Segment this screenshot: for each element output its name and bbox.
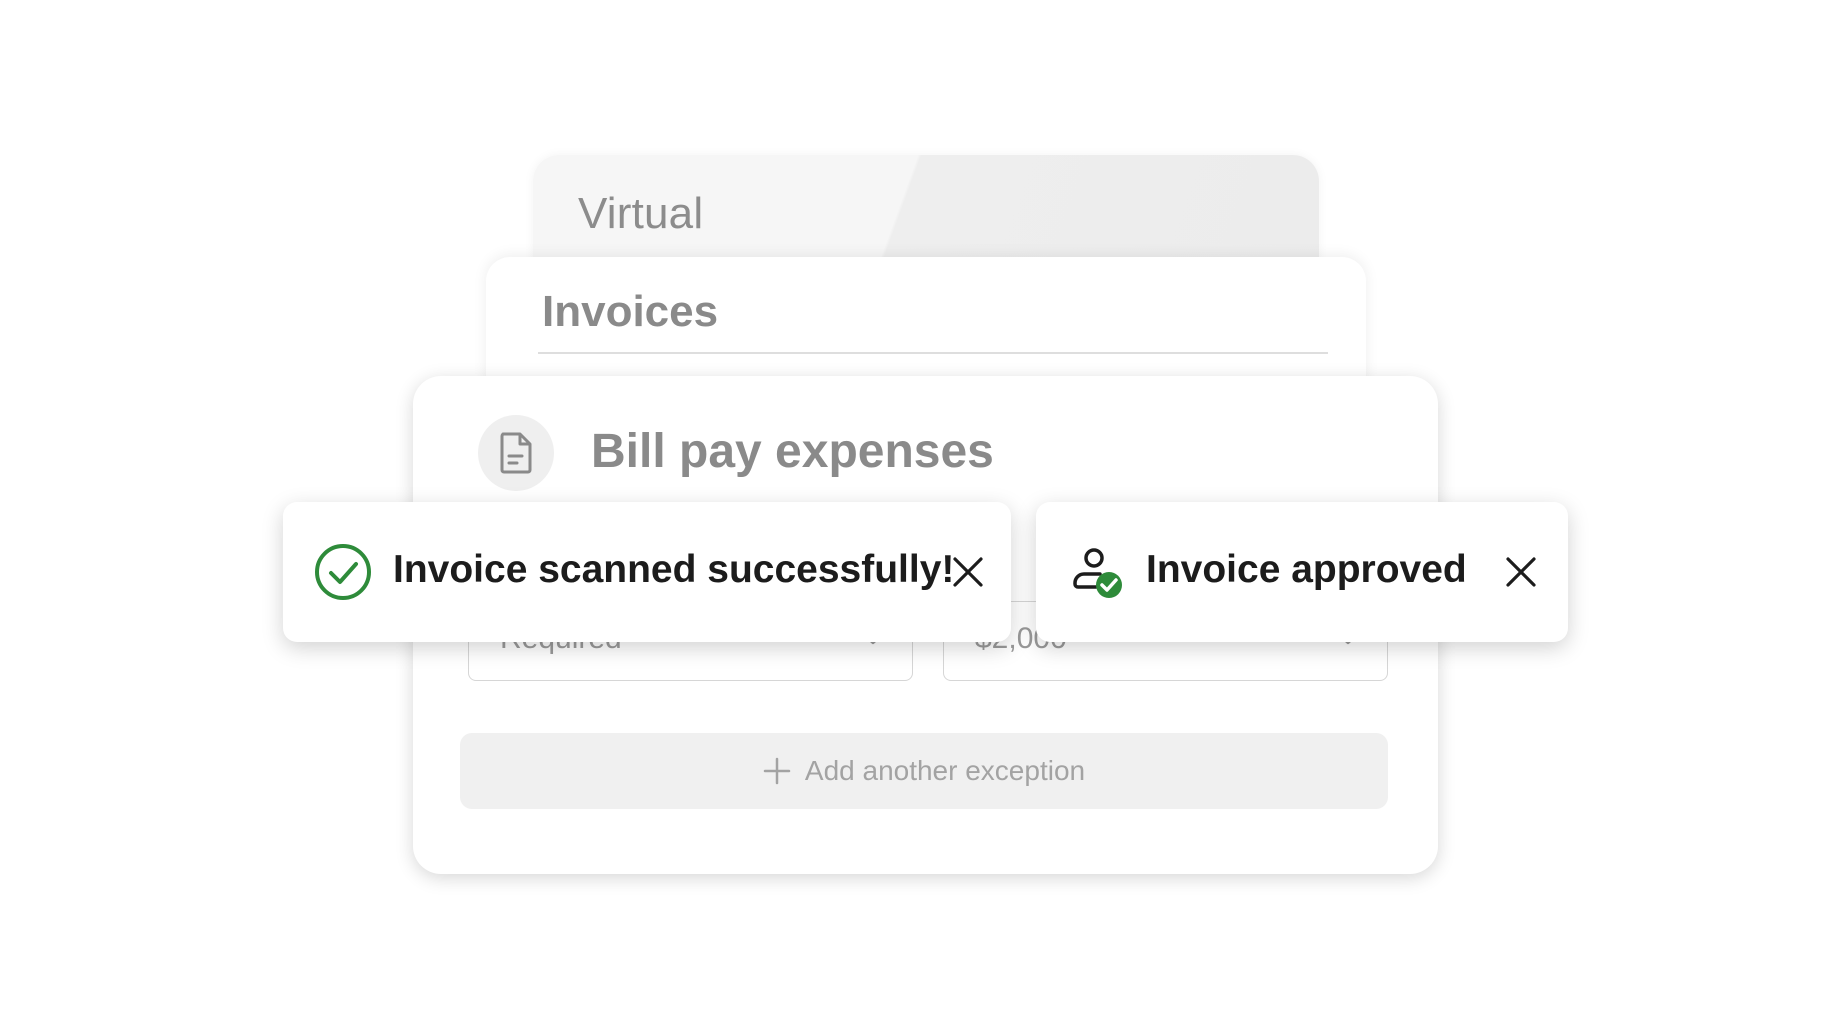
user-approved-icon	[1073, 548, 1122, 598]
check-circle-icon	[315, 544, 371, 600]
close-icon[interactable]	[1504, 555, 1538, 589]
toast-invoice-scanned: Invoice scanned successfully!	[283, 502, 1011, 642]
stage: Virtual Invoices Bill pay expenses Requi…	[0, 0, 1844, 1029]
document-icon	[478, 415, 554, 491]
add-exception-button[interactable]: Add another exception	[460, 733, 1388, 809]
add-exception-label: Add another exception	[804, 755, 1086, 786]
close-icon[interactable]	[951, 555, 985, 589]
card-bill-pay-title: Bill pay expenses	[591, 425, 994, 478]
plus-icon	[763, 757, 791, 785]
divider	[538, 352, 1328, 354]
card-invoices-title: Invoices	[542, 287, 719, 336]
card-virtual-title: Virtual	[578, 189, 704, 238]
toast-message: Invoice approved	[1146, 548, 1467, 591]
toast-invoice-approved: Invoice approved	[1036, 502, 1568, 642]
toast-message: Invoice scanned successfully!	[393, 548, 955, 591]
